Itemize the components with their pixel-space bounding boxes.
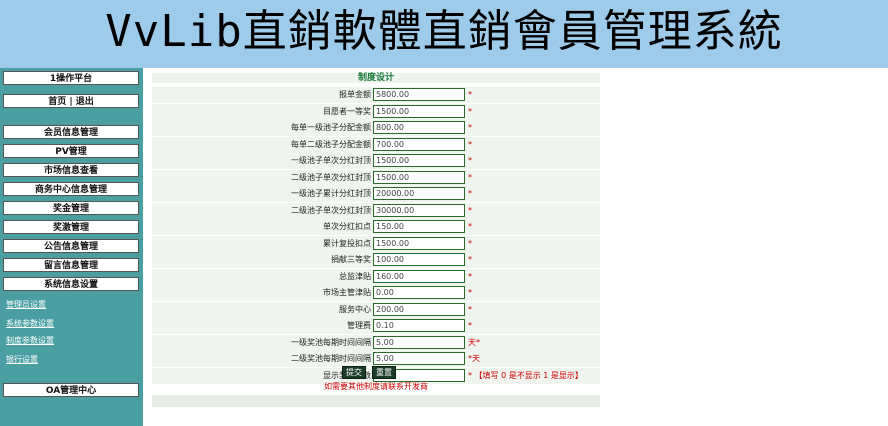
sidebar-item-oa-center[interactable]: OA管理中心	[3, 383, 139, 397]
field-note: *	[468, 321, 472, 330]
sidebar-item-business-center[interactable]: 商务中心信息管理	[3, 182, 139, 196]
sidebar-item-incentive[interactable]: 奖激管理	[3, 220, 139, 234]
submenu-plan-params[interactable]: 制度参数设置	[6, 335, 54, 347]
field-input[interactable]: 800.00	[373, 121, 465, 134]
sidebar-platform-heading: 1操作平台	[3, 71, 139, 85]
field-note: 天*	[468, 338, 480, 347]
field-input[interactable]: 1500.00	[373, 154, 465, 167]
field-note: *	[468, 272, 472, 281]
sidebar-item-market-info[interactable]: 市场信息查看	[3, 163, 139, 177]
sidebar: 1操作平台 首页 | 退出 会员信息管理 PV管理 市场信息查看 商务中心信息管…	[0, 68, 143, 426]
reset-button[interactable]: 重置	[372, 366, 396, 379]
field-label: 一级池子累计分红封顶	[291, 189, 371, 198]
field-note: *	[468, 239, 472, 248]
field-label: 总监津贴	[339, 272, 371, 281]
field-input[interactable]: 200.00	[373, 303, 465, 316]
sidebar-item-messages[interactable]: 留言信息管理	[3, 258, 139, 272]
field-label: 捐献三等奖	[331, 255, 371, 264]
field-label: 二级池子单次分红封顶	[291, 206, 371, 215]
field-input[interactable]: 30000.00	[373, 204, 465, 217]
field-note: *	[468, 107, 472, 116]
field-label: 二级池子单次分红封顶	[291, 173, 371, 182]
sidebar-item-bonus[interactable]: 奖金管理	[3, 201, 139, 215]
field-note: *	[468, 305, 472, 314]
field-input[interactable]: 5.00	[373, 336, 465, 349]
app-title: VvLib直銷軟體直銷會員管理系統	[105, 6, 783, 57]
field-note: *	[468, 222, 472, 231]
field-label: 目愿者一等奖	[323, 107, 371, 116]
field-input[interactable]: 100.00	[373, 253, 465, 266]
field-label: 管理费	[347, 321, 371, 330]
field-label: 每单一级池子分配金额	[291, 123, 371, 132]
sidebar-item-announcement[interactable]: 公告信息管理	[3, 239, 139, 253]
field-note: *	[468, 255, 472, 264]
field-note: *	[468, 123, 472, 132]
field-label: 一级池子单次分红封顶	[291, 156, 371, 165]
field-label: 每单二级池子分配金额	[291, 140, 371, 149]
submenu-bank-settings[interactable]: 银行设置	[6, 354, 38, 366]
field-note: *	[468, 173, 472, 182]
field-input[interactable]: 0.00	[373, 286, 465, 299]
field-input[interactable]: 5800.00	[373, 88, 465, 101]
field-label: 报单金额	[339, 90, 371, 99]
field-label: 服务中心	[339, 305, 371, 314]
bottom-band	[152, 395, 600, 407]
field-input[interactable]: 1500.00	[373, 237, 465, 250]
footer-note: 如需要其他制度请联系开发商	[324, 382, 428, 391]
field-note: *	[468, 140, 472, 149]
field-note: *	[468, 90, 472, 99]
sidebar-item-member-info[interactable]: 会员信息管理	[3, 125, 139, 139]
field-input[interactable]: 150.00	[373, 220, 465, 233]
field-input[interactable]: 1500.00	[373, 105, 465, 118]
submenu-system-params[interactable]: 系统参数设置	[6, 318, 54, 330]
field-input[interactable]: 5.00	[373, 352, 465, 365]
field-label: 市场主管津贴	[323, 288, 371, 297]
form-title: 制度设计	[152, 73, 600, 83]
field-label: 一级奖池每期时间间隔	[291, 338, 371, 347]
field-label: 单次分红扣点	[323, 222, 371, 231]
field-note: *	[468, 189, 472, 198]
field-note: *	[468, 206, 472, 215]
field-note: *天	[468, 354, 480, 363]
header-banner: VvLib直銷軟體直銷會員管理系統	[0, 0, 888, 68]
submit-button[interactable]: 提交	[342, 366, 366, 379]
field-note: *	[468, 288, 472, 297]
field-label: 累计复投扣点	[323, 239, 371, 248]
field-input[interactable]: 160.00	[373, 270, 465, 283]
sidebar-item-pv[interactable]: PV管理	[3, 144, 139, 158]
sidebar-item-system-settings[interactable]: 系统信息设置	[3, 277, 139, 291]
field-input[interactable]: 700.00	[373, 138, 465, 151]
field-input[interactable]: 1500.00	[373, 171, 465, 184]
field-note: *	[468, 156, 472, 165]
home-logout-link[interactable]: 首页 | 退出	[3, 94, 139, 108]
field-input[interactable]: 20000.00	[373, 187, 465, 200]
field-input[interactable]: 0.10	[373, 319, 465, 332]
submenu-admin-settings[interactable]: 管理员设置	[6, 299, 46, 311]
field-label: 二级奖池每期时间间隔	[291, 354, 371, 363]
